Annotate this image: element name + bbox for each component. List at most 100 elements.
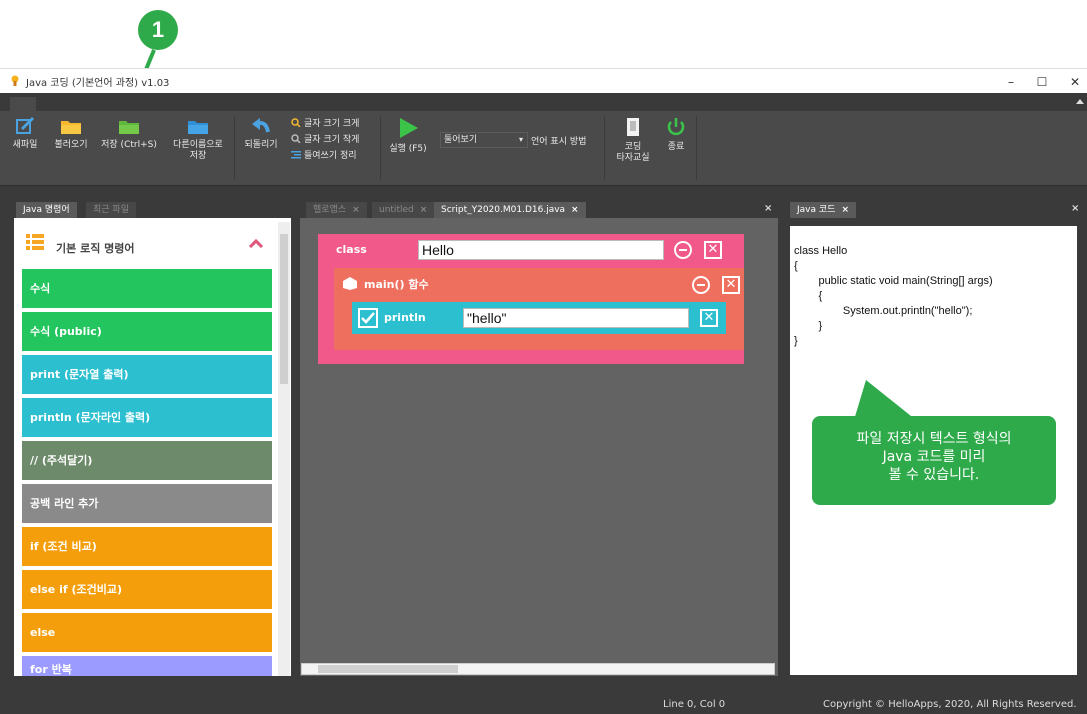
class-block-label: class bbox=[336, 243, 367, 256]
folder-save-as-icon bbox=[188, 121, 208, 134]
close-icon[interactable]: × bbox=[352, 205, 360, 215]
collapse-icon[interactable] bbox=[692, 276, 710, 294]
zoom-out-icon bbox=[291, 134, 301, 143]
code-panel-close-icon[interactable]: × bbox=[1071, 203, 1079, 214]
close-icon[interactable]: × bbox=[420, 205, 428, 215]
toolbar-divider bbox=[380, 116, 381, 180]
language-display-label: 언어 표시 방법 bbox=[531, 137, 587, 147]
java-code-text: class Hello { public static void main(St… bbox=[794, 245, 993, 347]
collapse-icon[interactable] bbox=[674, 241, 692, 259]
close-icon[interactable]: × bbox=[571, 205, 579, 215]
editor-close-icon[interactable]: × bbox=[764, 203, 772, 214]
coding-class-button[interactable]: 코딩 타자교실 bbox=[610, 116, 656, 164]
cmd-else[interactable]: else bbox=[22, 613, 272, 652]
cmd-comment[interactable]: // (주석달기) bbox=[22, 441, 272, 480]
folder-open-icon bbox=[61, 121, 81, 134]
save-label: 저장 (Ctrl+S) bbox=[101, 140, 157, 150]
new-file-label: 새파일 bbox=[12, 140, 38, 150]
coding-class-label-1: 코딩 bbox=[624, 142, 642, 152]
collapse-ribbon-icon[interactable] bbox=[1076, 98, 1084, 104]
run-button[interactable]: 실행 (F5) bbox=[384, 116, 432, 155]
cmd-blank-line[interactable]: 공백 라인 추가 bbox=[22, 484, 272, 523]
section-title: 기본 로직 명령어 bbox=[56, 242, 135, 255]
font-bigger-button[interactable]: 글자 크기 크게 bbox=[291, 116, 359, 129]
list-icon bbox=[26, 234, 44, 250]
delete-block-icon[interactable]: ✕ bbox=[700, 309, 718, 327]
undo-icon bbox=[252, 118, 270, 133]
view-mode-select[interactable]: 둘어보기 ▾ bbox=[440, 132, 528, 148]
tab-helloapps[interactable]: 헬로앱스 × bbox=[306, 202, 367, 218]
println-label: println bbox=[384, 311, 426, 324]
callout-line-1: 파일 저장시 텍스트 형식의 bbox=[856, 431, 1012, 447]
font-smaller-button[interactable]: 글자 크기 작게 bbox=[291, 132, 359, 145]
println-value-input[interactable]: "hello" bbox=[463, 308, 689, 328]
minimize-button[interactable]: – bbox=[996, 72, 1026, 92]
run-label: 실행 (F5) bbox=[389, 144, 427, 154]
open-button[interactable]: 불러오기 bbox=[48, 116, 94, 151]
toolbar-divider bbox=[696, 116, 697, 180]
close-window-button[interactable]: ✕ bbox=[1060, 72, 1087, 92]
toolbar-divider bbox=[604, 116, 605, 180]
coding-class-label-2: 타자교실 bbox=[616, 153, 650, 163]
exit-button[interactable]: 종료 bbox=[660, 116, 692, 153]
save-as-button[interactable]: 다른이름으로 저장 bbox=[166, 116, 230, 162]
font-bigger-label: 글자 크기 크게 bbox=[304, 119, 360, 129]
command-scrollbar[interactable] bbox=[278, 222, 290, 676]
tab-untitled-label: untitled bbox=[379, 205, 414, 215]
play-icon bbox=[400, 118, 418, 138]
save-as-label-2: 저장 bbox=[189, 151, 207, 161]
annotation-callout: 파일 저장시 텍스트 형식의 Java 코드를 미리 볼 수 있습니다. bbox=[812, 416, 1056, 505]
checkbox-icon[interactable] bbox=[358, 308, 378, 328]
callout-pointer bbox=[854, 380, 916, 420]
callout-line-2: Java 코드를 미리 bbox=[882, 449, 986, 465]
chevron-up-icon[interactable] bbox=[248, 238, 264, 248]
close-icon[interactable]: × bbox=[841, 205, 849, 215]
cmd-if[interactable]: if (조건 비교) bbox=[22, 527, 272, 566]
view-mode-value: 둘어보기 bbox=[444, 135, 478, 145]
tab-script-file-label: Script_Y2020.M01.D16.java bbox=[441, 205, 566, 215]
undo-button[interactable]: 되돌리기 bbox=[238, 116, 284, 151]
tab-recent-files[interactable]: 최근 파일 bbox=[86, 202, 136, 218]
cmd-expression-public[interactable]: 수식 (public) bbox=[22, 312, 272, 351]
ribbon-tab[interactable] bbox=[10, 97, 36, 111]
indent-icon bbox=[291, 151, 301, 159]
delete-block-icon[interactable]: ✕ bbox=[704, 241, 722, 259]
step-number-badge: 1 bbox=[138, 10, 178, 50]
cursor-position: Line 0, Col 0 bbox=[663, 699, 726, 710]
undo-label: 되돌리기 bbox=[244, 140, 278, 150]
class-name-input[interactable]: Hello bbox=[418, 240, 664, 260]
cmd-expression[interactable]: 수식 bbox=[22, 269, 272, 308]
font-smaller-label: 글자 크기 작게 bbox=[304, 135, 360, 145]
tab-java-code[interactable]: Java 코드 × bbox=[790, 202, 856, 218]
cmd-for[interactable]: for 반복 bbox=[22, 656, 272, 676]
power-icon bbox=[667, 118, 685, 136]
box-icon bbox=[343, 277, 357, 290]
tab-java-code-label: Java 코드 bbox=[797, 205, 836, 215]
window-title: Java 코딩 (기본언어 과정) v1.03 bbox=[26, 78, 170, 89]
callout-line-3: 볼 수 있습니다. bbox=[888, 467, 980, 483]
indent-label: 들여쓰기 정리 bbox=[304, 151, 357, 161]
tab-untitled[interactable]: untitled × bbox=[372, 202, 435, 218]
new-file-button[interactable]: 새파일 bbox=[8, 116, 42, 151]
save-button[interactable]: 저장 (Ctrl+S) bbox=[96, 116, 162, 151]
app-icon bbox=[11, 75, 19, 86]
indent-button[interactable]: 들여쓰기 정리 bbox=[291, 148, 357, 161]
delete-block-icon[interactable]: ✕ bbox=[722, 276, 740, 294]
editor-scrollbar[interactable] bbox=[301, 663, 775, 675]
tab-java-commands[interactable]: Java 명령어 bbox=[16, 202, 77, 218]
cmd-else-if[interactable]: else if (조건비교) bbox=[22, 570, 272, 609]
edit-document-icon bbox=[16, 116, 35, 134]
cmd-print[interactable]: print (문자열 출력) bbox=[22, 355, 272, 394]
keyboard-key-icon bbox=[627, 118, 639, 136]
folder-save-icon bbox=[119, 121, 139, 134]
toolbar-ribbon bbox=[0, 111, 1087, 186]
open-label: 불러오기 bbox=[54, 140, 88, 150]
cmd-println[interactable]: println (문자라인 출력) bbox=[22, 398, 272, 437]
main-block-label: main() 함수 bbox=[364, 278, 429, 291]
save-as-label-1: 다른이름으로 bbox=[173, 140, 223, 150]
toolbar-divider bbox=[234, 116, 235, 180]
exit-label: 종료 bbox=[667, 142, 685, 152]
tab-helloapps-label: 헬로앱스 bbox=[313, 205, 347, 215]
maximize-button[interactable]: ☐ bbox=[1027, 72, 1057, 92]
tab-script-file[interactable]: Script_Y2020.M01.D16.java × bbox=[434, 202, 586, 218]
